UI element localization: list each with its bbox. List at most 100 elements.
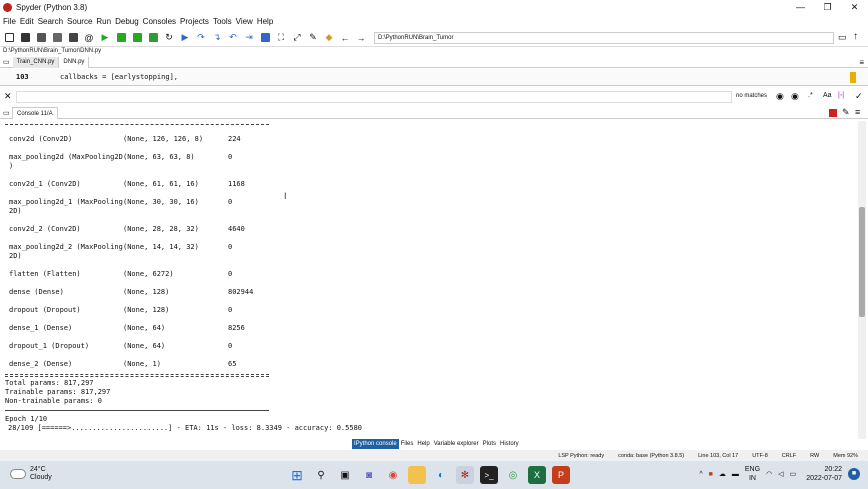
step-into-icon[interactable]: ↴ (210, 31, 224, 44)
stop-kernel-icon[interactable] (829, 109, 837, 117)
forward-arrow-icon[interactable]: → (354, 31, 368, 44)
code-editor[interactable]: 103 callbacks = [earlystopping], (0, 69, 868, 86)
cloud-icon (10, 469, 26, 479)
tab-plots[interactable]: Plots (481, 439, 498, 449)
save-icon[interactable] (34, 31, 48, 44)
case-sensitive-icon[interactable]: Aa (823, 92, 832, 99)
tab-console[interactable]: Console 11/A (12, 106, 58, 119)
clear-console-icon[interactable]: ✎ (842, 107, 850, 118)
run-selection-icon[interactable] (146, 31, 160, 44)
run-icon[interactable]: ▶ (98, 31, 112, 44)
stop-debug-icon[interactable] (258, 31, 272, 44)
wifi-icon[interactable]: ◠ (766, 470, 772, 479)
tab-train-cnn[interactable]: Train_CNN.py (12, 56, 60, 68)
training-progress: 28/109 [======>.......................] … (8, 424, 363, 432)
console-scrollbar[interactable] (858, 121, 866, 439)
office-tray-icon[interactable]: ■ (709, 470, 713, 479)
powerpoint-icon[interactable]: P (552, 466, 570, 484)
time: 20:22 (824, 466, 842, 473)
task-view-icon[interactable]: ▣ (336, 466, 354, 484)
weather-widget[interactable]: 24°C Cloudy (10, 466, 52, 482)
new-file-icon[interactable] (2, 31, 16, 44)
cloud-tray-icon[interactable]: ☁ (719, 470, 726, 479)
step-return-icon[interactable]: ↶ (226, 31, 240, 44)
save-all-icon[interactable] (50, 31, 64, 44)
browse-console-tabs-icon[interactable]: ▭ (3, 109, 10, 117)
find-next-icon[interactable]: ◉ (791, 91, 799, 102)
preferences-icon[interactable]: ✎ (306, 31, 320, 44)
continue-icon[interactable]: ⇥ (242, 31, 256, 44)
maximize-button[interactable]: ❐ (814, 0, 841, 15)
maximize-pane-icon[interactable]: ⛶ (274, 31, 288, 44)
battery-icon[interactable]: ▭ (790, 470, 797, 479)
code-line[interactable]: callbacks = [earlystopping], (60, 73, 178, 81)
list-icon[interactable] (66, 31, 80, 44)
regex-icon[interactable]: .* (808, 92, 813, 99)
open-file-icon[interactable] (18, 31, 32, 44)
menu-view[interactable]: View (236, 17, 253, 26)
console-options-icon[interactable]: ≡ (855, 107, 860, 117)
search-icon[interactable]: ⚲ (312, 466, 330, 484)
rerun-icon[interactable]: ↻ (162, 31, 176, 44)
debug-icon[interactable]: ▶ (178, 31, 192, 44)
menu-edit[interactable]: Edit (20, 17, 34, 26)
parent-folder-icon[interactable]: ↑ (853, 31, 858, 42)
language-indicator[interactable]: ENG IN (745, 465, 760, 483)
menu-run[interactable]: Run (96, 17, 111, 26)
chat-icon[interactable]: ◙ (360, 466, 378, 484)
scrollbar-thumb[interactable] (859, 207, 865, 317)
file-explorer-icon[interactable] (408, 466, 426, 484)
table-row: flatten (Flatten) (None, 6272) 0 (9, 270, 233, 278)
whole-word-icon[interactable]: |◦| (838, 92, 844, 99)
back-arrow-icon[interactable]: ← (338, 31, 352, 44)
minimize-button[interactable]: — (787, 0, 814, 15)
working-directory-input[interactable]: D:\PythonRUN\Brain_Tumor (374, 32, 834, 44)
tab-history[interactable]: History (498, 439, 521, 449)
tab-variable-explorer[interactable]: Variable explorer (432, 439, 481, 449)
fullscreen-icon[interactable]: ⤢ (290, 31, 304, 44)
tab-ipython-console[interactable]: IPython console (352, 439, 399, 449)
tab-files[interactable]: Files (399, 439, 416, 449)
find-input[interactable] (16, 91, 732, 103)
menu-search[interactable]: Search (38, 17, 63, 26)
menu-debug[interactable]: Debug (115, 17, 139, 26)
highlight-icon[interactable]: ✓ (855, 91, 863, 102)
notification-icon[interactable]: ■ (848, 468, 860, 480)
run-cell-icon[interactable] (114, 31, 128, 44)
anaconda-icon[interactable]: ◎ (504, 466, 522, 484)
conda-env[interactable]: conda: base (Python 3.8.5) (618, 453, 684, 459)
date: 2022-07-07 (806, 475, 842, 482)
title-bar: Spyder (Python 3.8) — ❐ ✕ (0, 0, 868, 15)
step-icon[interactable]: ↷ (194, 31, 208, 44)
excel-icon[interactable]: X (528, 466, 546, 484)
menu-file[interactable]: File (3, 17, 16, 26)
browse-folder-icon[interactable]: ▭ (838, 32, 847, 43)
at-icon[interactable]: @ (82, 31, 96, 44)
menu-tools[interactable]: Tools (213, 17, 232, 26)
edge-icon[interactable]: ◐ (432, 466, 450, 484)
python-icon[interactable]: ◆ (322, 31, 336, 44)
tab-dnn[interactable]: DNN.py (59, 56, 90, 68)
chrome-icon[interactable]: ◉ (384, 466, 402, 484)
table-row: conv2d_2 (Conv2D) (None, 28, 28, 32) 4640 (9, 225, 245, 233)
ipython-console[interactable]: conv2d (Conv2D) (None, 126, 126, 8) 224 ma… (0, 121, 858, 439)
close-button[interactable]: ✕ (841, 0, 868, 15)
menu-source[interactable]: Source (67, 17, 92, 26)
menu-help[interactable]: Help (257, 17, 273, 26)
menu-projects[interactable]: Projects (180, 17, 209, 26)
menu-consoles[interactable]: Consoles (143, 17, 176, 26)
windows-start-icon[interactable]: ⊞ (288, 466, 306, 484)
divider (5, 410, 269, 411)
close-find-icon[interactable]: ✕ (4, 91, 12, 102)
find-previous-icon[interactable]: ◉ (776, 91, 784, 102)
chevron-up-icon[interactable]: ^ (699, 470, 702, 479)
run-cell-advance-icon[interactable] (130, 31, 144, 44)
browse-tabs-icon[interactable]: ▭ (0, 58, 13, 66)
tab-help[interactable]: Help (415, 439, 431, 449)
clock[interactable]: 20:22 2022-07-07 (806, 465, 842, 483)
spyder-taskbar-icon[interactable]: ✻ (456, 466, 474, 484)
volume-icon[interactable]: ◁ (778, 470, 783, 479)
security-tray-icon[interactable]: ▬ (732, 470, 739, 479)
editor-options-icon[interactable]: ≡ (859, 58, 864, 67)
terminal-icon[interactable]: >_ (480, 466, 498, 484)
